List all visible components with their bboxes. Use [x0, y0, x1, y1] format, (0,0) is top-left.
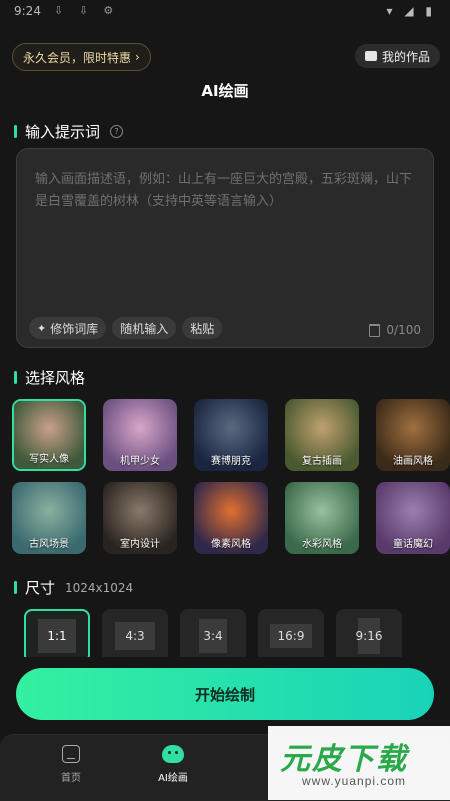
prompt-input[interactable]: 输入画面描述语，例如：山上有一座巨大的宫殿，五彩斑斓，山下是白雪覆盖的树林（支持…	[16, 148, 434, 348]
style-label: 油画风格	[393, 456, 433, 467]
style-label: 童话魔幻	[393, 539, 433, 550]
status-time: 9:24	[14, 4, 41, 18]
paste-chip[interactable]: 粘贴	[182, 317, 223, 339]
style-label: 机甲少女	[120, 456, 160, 467]
style-card[interactable]: 像素风格	[194, 482, 268, 554]
size-ratio-label: 1:1	[38, 619, 76, 653]
random-input-chip[interactable]: 随机输入	[112, 317, 177, 339]
section-accent-bar	[14, 371, 17, 384]
chip-label: 修饰词库	[50, 321, 99, 336]
size-option[interactable]: 1:1	[24, 609, 90, 663]
prompt-section-header: 输入提示词 ?	[14, 121, 124, 142]
my-works-label: 我的作品	[381, 49, 430, 64]
home-icon	[62, 745, 80, 763]
chip-label: 粘贴	[190, 321, 215, 336]
size-option[interactable]: 3:4	[180, 609, 246, 663]
trash-icon[interactable]	[369, 323, 381, 337]
watermark-sub: www.yuanpi.com	[302, 774, 407, 788]
watermark-logo: 元皮下载 www.yuanpi.com	[268, 726, 450, 800]
palette-icon	[162, 745, 184, 763]
my-works-button[interactable]: 我的作品	[354, 44, 440, 68]
size-options: 1:1 4:3 3:4 16:9 9:16	[24, 609, 402, 663]
size-section-header: 尺寸 1024x1024	[14, 577, 133, 598]
section-accent-bar	[14, 125, 17, 138]
style-card[interactable]: 机甲少女	[103, 399, 177, 471]
status-bar: 9:24 ⇩ ⇩ ⚙ ▾ ◢ ▮	[0, 0, 450, 26]
style-card[interactable]: 写实人像	[12, 399, 86, 471]
style-label: 复古插画	[302, 456, 342, 467]
size-ratio-label: 4:3	[115, 622, 155, 650]
chevron-right-icon: ›	[135, 50, 140, 64]
cta-bar: 开始绘制	[0, 657, 450, 733]
style-card[interactable]: 赛博朋克	[194, 399, 268, 471]
page-title: AI绘画	[201, 82, 249, 100]
modifier-library-chip[interactable]: ✦ 修饰词库	[29, 317, 107, 339]
size-option[interactable]: 9:16	[336, 609, 402, 663]
vip-promo-button[interactable]: 永久会员，限时特惠 ›	[12, 43, 151, 71]
style-card[interactable]: 室内设计	[103, 482, 177, 554]
tab-label: 首页	[61, 773, 81, 784]
style-label: 赛博朋克	[211, 456, 251, 467]
style-section-title: 选择风格	[25, 369, 86, 387]
signal-battery-icons: ▾ ◢ ▮	[386, 4, 436, 18]
tab-ai-drawing[interactable]: AI绘画	[128, 745, 218, 784]
section-accent-bar	[14, 581, 17, 594]
sparkle-icon: ✦	[37, 321, 47, 335]
start-drawing-button[interactable]: 开始绘制	[16, 668, 434, 720]
style-section-header: 选择风格	[14, 367, 85, 388]
prompt-counter: 0/100	[369, 323, 421, 337]
style-label: 写实人像	[29, 454, 69, 465]
style-label: 水彩风格	[302, 539, 342, 550]
style-card[interactable]: 油画风格	[376, 399, 450, 471]
prompt-chip-row: ✦ 修饰词库 随机输入 粘贴	[29, 317, 223, 339]
help-icon[interactable]: ?	[110, 125, 124, 138]
style-card[interactable]: 童话魔幻	[376, 482, 450, 554]
prompt-placeholder: 输入画面描述语，例如：山上有一座巨大的宫殿，五彩斑斓，山下是白雪覆盖的树林（支持…	[35, 172, 413, 209]
watermark-main: 元皮下载	[280, 742, 408, 777]
style-label: 像素风格	[211, 539, 251, 550]
tab-home[interactable]: 首页	[26, 745, 116, 784]
chip-label: 随机输入	[120, 321, 169, 336]
prompt-section-title: 输入提示词	[25, 123, 101, 141]
style-card[interactable]: 水彩风格	[285, 482, 359, 554]
style-card[interactable]: 复古插画	[285, 399, 359, 471]
notification-icons: ⇩ ⇩ ⚙	[54, 4, 120, 17]
style-label: 古风场景	[29, 539, 69, 550]
size-ratio-label: 9:16	[356, 618, 382, 654]
style-card[interactable]: 古风场景	[12, 482, 86, 554]
style-label: 室内设计	[120, 539, 160, 550]
style-grid: 写实人像 机甲少女 赛博朋克 复古插画 油画风格古风场景 室内设计 像素风格 水彩风格 童话魔幻	[12, 399, 450, 554]
folder-icon	[364, 51, 377, 61]
size-option[interactable]: 16:9	[258, 609, 324, 663]
size-option[interactable]: 4:3	[102, 609, 168, 663]
tab-label: AI绘画	[158, 773, 188, 784]
size-ratio-label: 3:4	[199, 619, 227, 653]
size-section-title: 尺寸	[25, 579, 56, 597]
size-ratio-label: 16:9	[270, 624, 312, 648]
char-count: 0/100	[386, 323, 421, 337]
vip-promo-label: 永久会员，限时特惠	[23, 50, 132, 65]
current-size-label: 1024x1024	[65, 580, 134, 595]
